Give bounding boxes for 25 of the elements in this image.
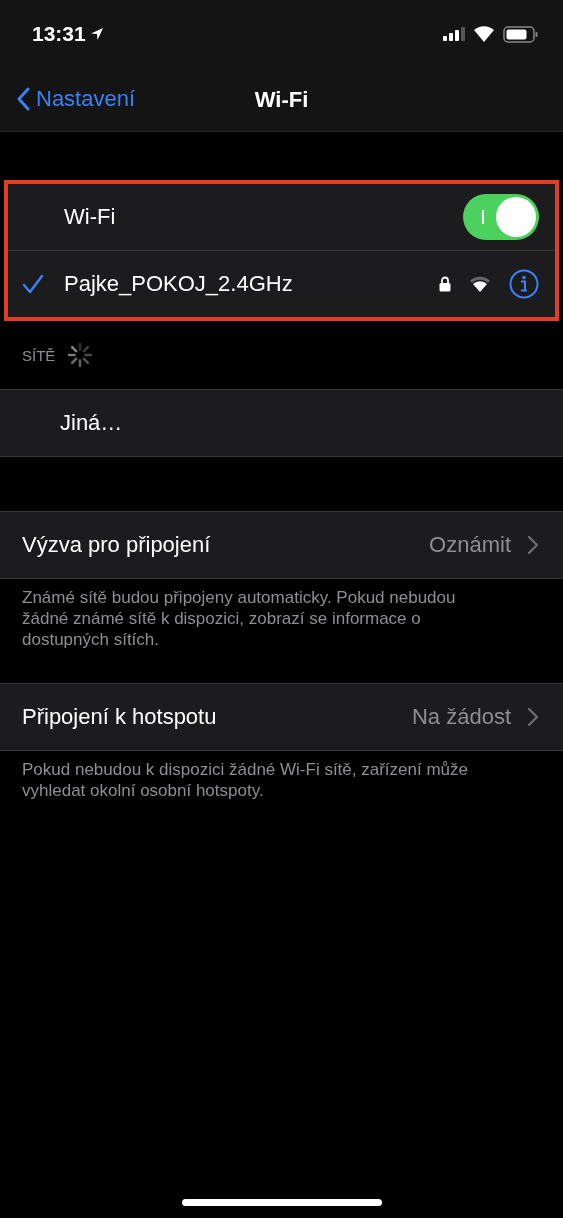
network-name[interactable]: Pajke_POKOJ_2.4GHz [64, 271, 439, 297]
row-label: Wi-Fi [64, 204, 117, 230]
setting-value: Oznámit [429, 532, 511, 558]
wifi-toggle[interactable] [463, 194, 539, 240]
setting-value: Na žádost [411, 704, 511, 730]
setting-label: Připojení k hotspotu [21, 704, 218, 730]
chevron-right-icon [527, 535, 539, 555]
section-header: SÍTĚ [22, 346, 56, 364]
setting-row[interactable]: Připojení k hotspotu Na žádost [0, 684, 563, 750]
back-button[interactable]: Nastavení [12, 82, 140, 116]
clock-time: 13:31 [32, 22, 86, 46]
location-arrow-icon [89, 27, 104, 41]
info-icon[interactable] [509, 269, 539, 299]
list-row[interactable]: Jiná… [0, 390, 563, 456]
chevron-right-icon [527, 707, 539, 727]
setting-label: Výzva pro připojení [21, 532, 212, 558]
wifi-icon [473, 26, 495, 42]
footnote-text: Známé sítě budou připojeny automaticky. Pokud nebudou žádné známé sítě k dispozici, zobrazí se informace o dostupných sítích. [21, 587, 457, 651]
wifi-signal-icon [469, 276, 491, 292]
screen-title: Wi-Fi [254, 86, 309, 113]
back-chevron-icon [16, 87, 30, 111]
signal-icon [443, 27, 465, 41]
battery-icon [503, 25, 539, 43]
setting-row[interactable]: Výzva pro připojení Oznámit [0, 512, 563, 578]
footnote-text: Pokud nebudou k dispozici žádné Wi-Fi sítě, zařízení může vyhledat okolní osobní hotspoty. [21, 759, 469, 802]
